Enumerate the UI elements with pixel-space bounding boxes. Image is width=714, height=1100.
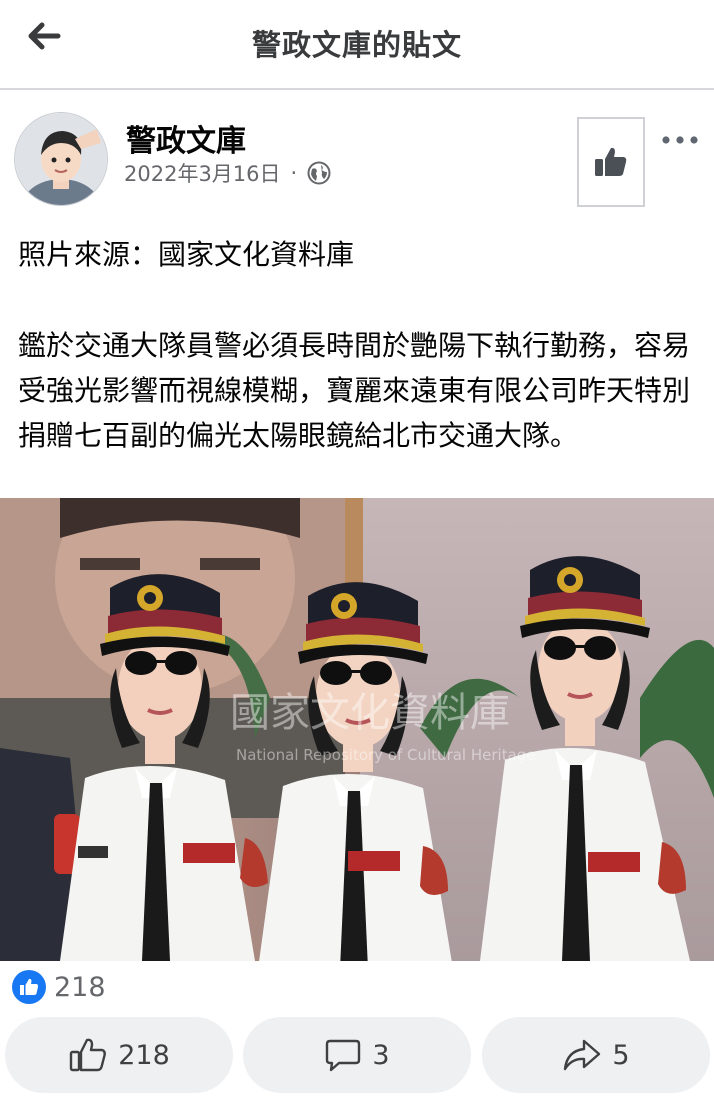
reaction-count: 218 xyxy=(54,971,106,1003)
post-text: 照片來源：國家文化資料庫 鑑於交通大隊員警必須長時間於艷陽下執行勤務，容易受強光… xyxy=(18,232,704,458)
comment-icon xyxy=(326,1039,361,1072)
share-button[interactable]: 5 xyxy=(482,1017,710,1093)
like-count: 218 xyxy=(118,1039,170,1071)
like-button[interactable]: 218 xyxy=(5,1017,233,1093)
comment-count: 3 xyxy=(372,1039,390,1071)
photo-watermark: 國家文化資料庫 xyxy=(230,690,510,736)
post-body-text: 鑑於交通大隊員警必須長時間於艷陽下執行勤務，容易受強光影響而視線模糊，寶麗來遠東… xyxy=(18,329,691,452)
share-count: 5 xyxy=(612,1039,630,1071)
comment-button[interactable]: 3 xyxy=(243,1017,471,1093)
photo-watermark-sub: National Repository of Cultural Heritage xyxy=(236,746,536,764)
like-page-button[interactable] xyxy=(577,117,645,207)
photo-source-text: 照片來源：國家文化資料庫 xyxy=(18,238,355,271)
globe-icon xyxy=(307,161,331,185)
post-date[interactable]: 2022年3月16日 xyxy=(124,158,281,188)
like-reaction-icon xyxy=(12,970,46,1004)
share-arrow-icon xyxy=(564,1039,601,1071)
page-title: 警政文庫的貼文 xyxy=(251,28,462,62)
thumbs-up-icon xyxy=(595,147,627,176)
author-name[interactable]: 警政文庫 xyxy=(126,116,246,160)
more-dots-icon xyxy=(662,136,698,144)
more-options-button[interactable] xyxy=(660,128,700,152)
post-meta: 2022年3月16日 · xyxy=(124,158,331,188)
meta-separator: · xyxy=(290,161,298,185)
avatar[interactable] xyxy=(14,112,108,206)
reactions-summary[interactable]: 218 xyxy=(12,970,106,1004)
post-photo[interactable]: 國家文化資料庫 National Repository of Cultural … xyxy=(0,463,714,969)
top-bar: 警政文庫的貼文 xyxy=(0,0,714,90)
thumbs-up-outline-icon xyxy=(70,1038,107,1072)
